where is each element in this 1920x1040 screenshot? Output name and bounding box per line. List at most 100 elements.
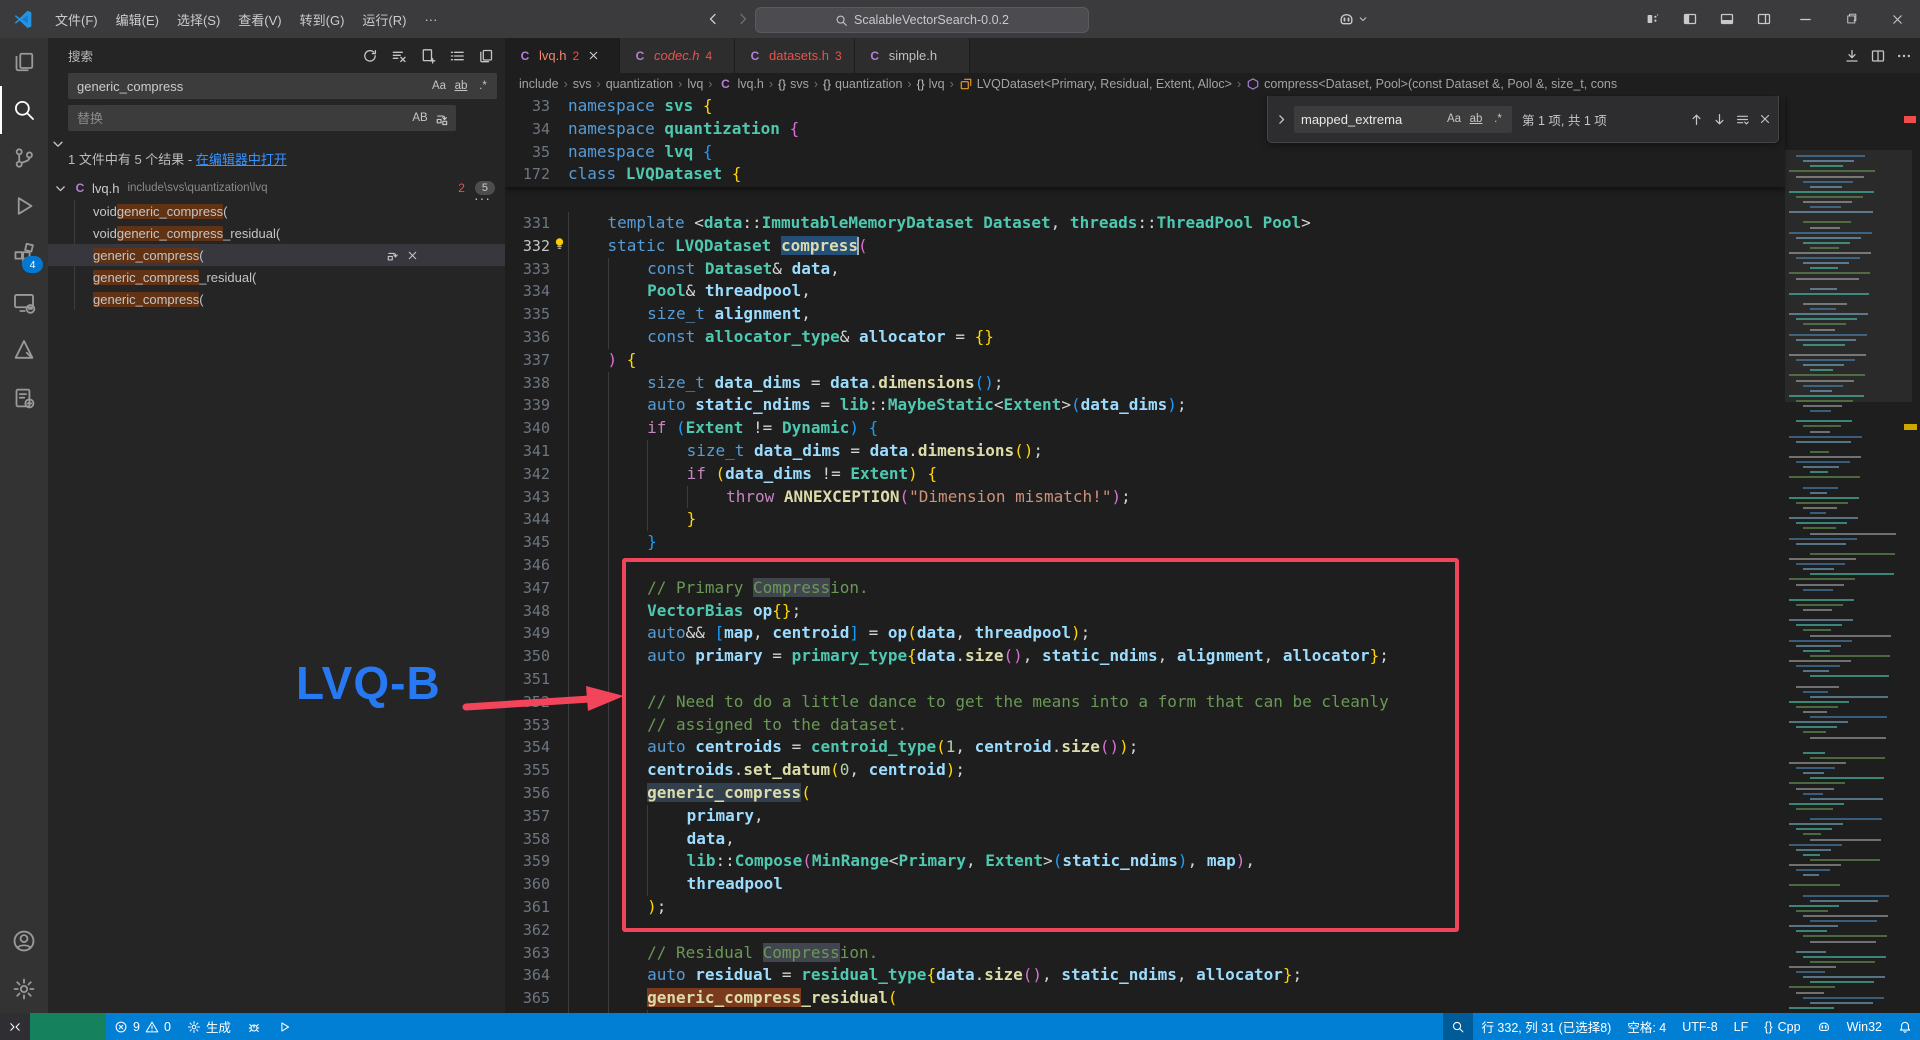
status-zoom-status[interactable] [1443,1013,1473,1040]
code-line[interactable]: 350auto primary = primary_type{data.size… [505,645,1785,668]
find-in-selection-icon[interactable] [1735,112,1750,127]
code-line[interactable]: 355centroids.set_datum(0, centroid); [505,759,1785,782]
status-problems[interactable]: 90 [106,1013,179,1040]
menu-item-4[interactable]: 转到(G) [291,6,354,33]
menu-item-1[interactable]: 编辑(E) [107,6,168,33]
code-line[interactable]: 341size_t data_dims = data.dimensions(); [505,440,1785,463]
line-number[interactable]: 35 [505,141,550,164]
status-language-mode[interactable]: {}Cpp [1756,1013,1808,1040]
code-line[interactable]: 364auto residual = residual_type{data.si… [505,964,1785,987]
status-indentation[interactable]: 空格: 4 [1619,1013,1674,1040]
command-center-search[interactable]: ScalableVectorSearch-0.0.2 [755,7,1089,33]
search-file-row[interactable]: C lvq.h include\svs\quantization\lvq 2 5 [48,176,505,200]
regex-option[interactable]: .* [473,76,493,96]
code-line[interactable]: 337) { [505,349,1785,372]
status-cursor-position[interactable]: 行 332, 列 31 (已选择8) [1473,1013,1619,1040]
line-number[interactable]: 357 [505,805,550,828]
dismiss-match-button[interactable] [406,249,419,262]
clear-results-button[interactable] [388,45,410,67]
line-number[interactable]: 347 [505,577,550,600]
line-number[interactable]: 172 [505,163,550,186]
code-line[interactable]: 349auto&& [map, centroid] = op(data, thr… [505,622,1785,645]
code-line[interactable]: 334Pool& threadpool, [505,280,1785,303]
line-number[interactable]: 361 [505,896,550,919]
maximize-button[interactable] [1828,0,1874,38]
code-line[interactable]: 357primary, [505,805,1785,828]
menu-item-3[interactable]: 查看(V) [229,6,290,33]
code-line[interactable]: 363// Residual Compression. [505,942,1785,965]
breadcrumb-item[interactable]: {}svs [778,77,809,91]
activity-search-button[interactable] [0,86,48,134]
code-line[interactable]: 346 [505,554,1785,577]
code-line[interactable]: 348VectorBias op{}; [505,600,1785,623]
tab-close-icon[interactable] [587,49,600,62]
code-line[interactable]: 358data, [505,828,1785,851]
line-number[interactable]: 331 [505,212,550,235]
line-number[interactable]: 33 [505,95,550,118]
code-line[interactable]: 347// Primary Compression. [505,577,1785,600]
run-file-icon[interactable] [1844,48,1860,64]
open-in-editor-link[interactable]: 在编辑器中打开 [196,152,287,167]
line-number[interactable]: 332 [505,235,550,258]
line-number[interactable]: 356 [505,782,550,805]
chevron-right-icon[interactable] [1274,113,1288,126]
code-editor[interactable]: 331template <data::ImmutableMemoryDatase… [505,95,1920,1013]
line-number[interactable]: 360 [505,873,550,896]
activity-account-button[interactable] [0,917,48,965]
breadcrumb-item[interactable]: {}quantization [823,77,902,91]
line-number[interactable]: 364 [505,964,550,987]
line-number[interactable]: 358 [505,828,550,851]
code-line[interactable]: 331template <data::ImmutableMemoryDatase… [505,212,1785,235]
replace-all-button[interactable] [432,108,452,128]
activity-remote-explorer-button[interactable] [0,278,48,326]
activity-settings-gear-button[interactable] [0,965,48,1013]
copilot-menu-button[interactable] [1338,7,1368,31]
find-whole-word-option[interactable]: ab [1466,109,1486,129]
line-number[interactable]: 340 [505,417,550,440]
code-line[interactable]: 343throw ANNEXCEPTION("Dimension mismatc… [505,486,1785,509]
line-number[interactable]: 346 [505,554,550,577]
breadcrumb-item[interactable]: svs [573,77,592,91]
replace-input[interactable] [68,105,456,131]
code-line[interactable]: 332static LVQDataset compress( [505,235,1785,258]
breadcrumb-item[interactable]: compress<Dataset, Pool>(const Dataset &,… [1246,77,1617,91]
activity-run-debug-button[interactable] [0,182,48,230]
search-result-row[interactable]: void generic_compress_residual( [75,222,505,244]
activity-source-control-button[interactable] [0,134,48,182]
line-number[interactable]: 345 [505,531,550,554]
open-in-editor-button[interactable] [475,45,497,67]
toggle-primary-sidebar-button[interactable] [1671,0,1708,38]
tab-lvq-h[interactable]: Clvq.h2 [505,38,620,73]
code-line[interactable]: 335size_t alignment, [505,303,1785,326]
breadcrumb-item[interactable]: include [519,77,559,91]
line-number[interactable]: 363 [505,942,550,965]
line-number[interactable]: 341 [505,440,550,463]
activity-cpp-tools-button[interactable] [0,374,48,422]
code-line[interactable]: 359lib::Compose(MinRange<Primary, Extent… [505,850,1785,873]
toggle-secondary-sidebar-button[interactable] [1745,0,1782,38]
tab-simple-h[interactable]: Csimple.h [855,38,970,73]
toggle-panel-button[interactable] [1708,0,1745,38]
find-match-case-option[interactable]: Aa [1444,109,1464,129]
line-number[interactable]: 336 [505,326,550,349]
code-line[interactable]: 356generic_compress( [505,782,1785,805]
code-line[interactable]: 339auto static_ndims = lib::MaybeStatic<… [505,394,1785,417]
status-encoding[interactable]: UTF-8 [1674,1013,1725,1040]
preserve-case-option[interactable]: AB [410,108,430,128]
line-number[interactable]: 34 [505,118,550,141]
line-number[interactable]: 359 [505,850,550,873]
status-notifications[interactable] [1890,1013,1920,1040]
search-result-row[interactable]: generic_compress( [75,288,505,310]
search-result-row[interactable]: generic_compress( [48,244,505,266]
tab-codec-h[interactable]: Ccodec.h4 [620,38,735,73]
menu-item-0[interactable]: 文件(F) [46,6,107,33]
line-number[interactable]: 362 [505,919,550,942]
menu-item-6[interactable]: ··· [415,8,446,31]
nav-back-icon[interactable] [705,11,721,27]
match-case-option[interactable]: Aa [429,76,449,96]
minimize-button[interactable] [1782,0,1828,38]
next-match-icon[interactable] [1712,112,1727,127]
line-number[interactable]: 349 [505,622,550,645]
close-icon[interactable] [1758,112,1772,126]
line-number[interactable]: 334 [505,280,550,303]
